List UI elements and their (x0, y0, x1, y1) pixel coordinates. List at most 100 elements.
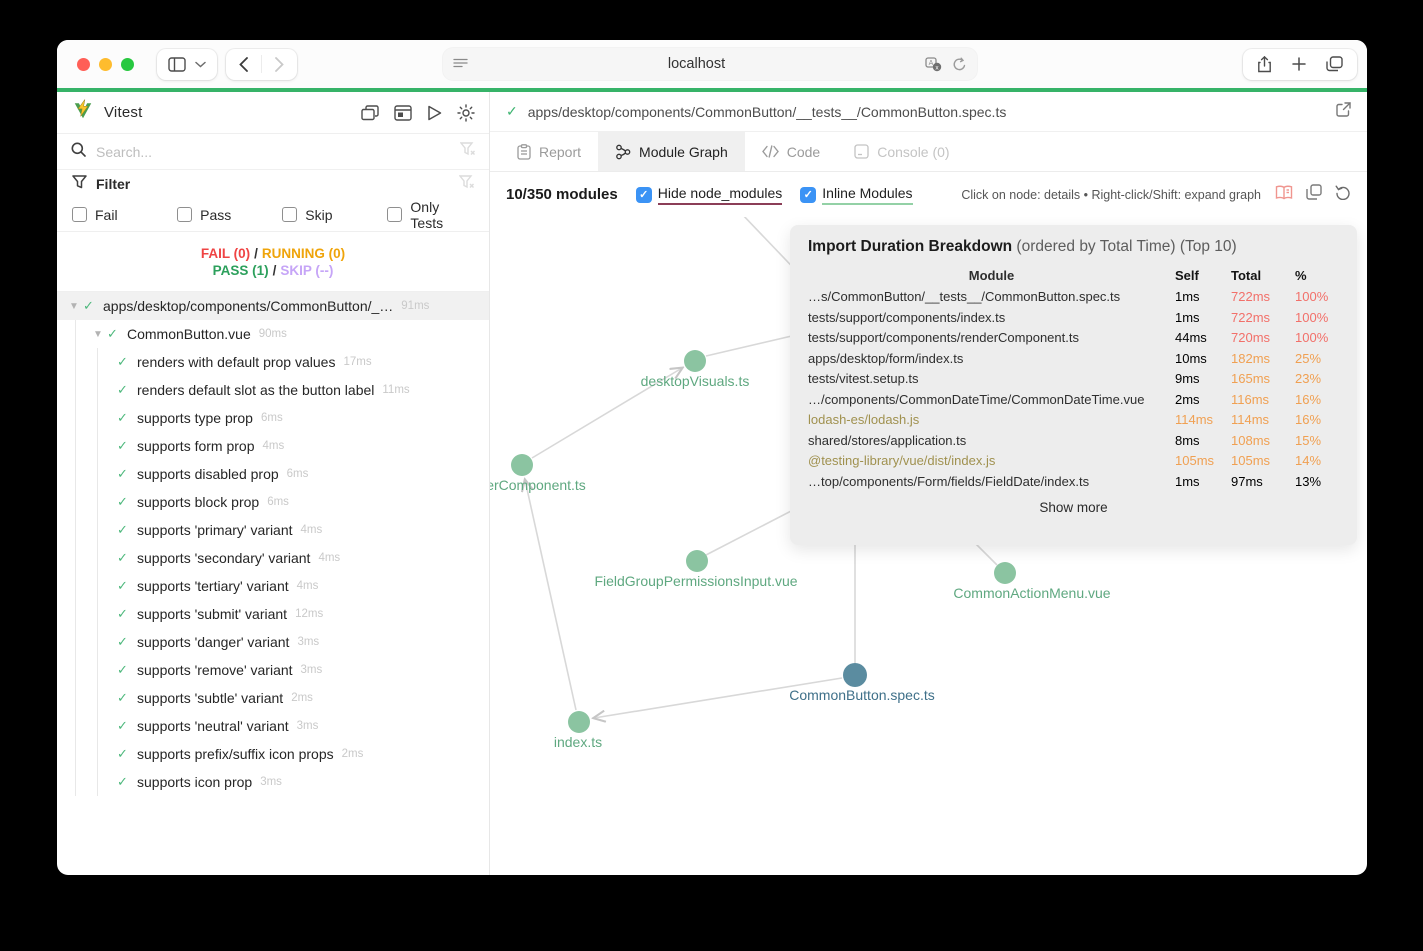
tree-test-row[interactable]: ✓ supports 'secondary' variant 4ms (57, 544, 489, 572)
tree-test-row[interactable]: ✓ renders with default prop values 17ms (57, 348, 489, 376)
checkbox-icon[interactable] (282, 207, 298, 222)
tree-test-row[interactable]: ✓ supports prefix/suffix icon props 2ms (57, 740, 489, 768)
checkbox-icon[interactable] (387, 207, 403, 222)
legend-book-icon[interactable] (1275, 185, 1293, 205)
tab-report[interactable]: Report (500, 132, 598, 171)
run-all-icon[interactable] (427, 105, 442, 121)
tab-overview-icon[interactable] (1326, 56, 1343, 72)
panel-subtitle: (ordered by Total Time) (Top 10) (1016, 238, 1237, 255)
inline-modules-checkbox[interactable]: ✓ Inline Modules (800, 185, 913, 205)
reader-icon[interactable] (453, 58, 468, 70)
new-tab-icon[interactable] (1292, 57, 1306, 71)
translate-icon[interactable]: A x (925, 56, 942, 72)
tree-test-row[interactable]: ✓ supports 'primary' variant 4ms (57, 516, 489, 544)
graph-node-label[interactable]: index.ts (554, 734, 602, 750)
dashboard-icon[interactable] (394, 104, 412, 121)
funnel-icon (72, 174, 87, 194)
graph-node-label[interactable]: renderComponent.ts (490, 477, 586, 493)
table-row[interactable]: tests/support/components/renderComponent… (808, 328, 1339, 349)
pass-check-icon: ✓ (117, 690, 128, 705)
tree-suite-row[interactable]: ▼ ✓ CommonButton.vue 90ms (57, 320, 489, 348)
open-external-icon[interactable] (1336, 101, 1351, 122)
table-row[interactable]: tests/vitest.setup.ts 9ms 165ms 23% (808, 369, 1339, 390)
panels-icon[interactable] (361, 104, 379, 121)
zoom-window-button[interactable] (121, 57, 134, 71)
duration-label: 4ms (318, 552, 341, 564)
hide-node-modules-checkbox[interactable]: ✓ Hide node_modules (635, 185, 783, 205)
tree-test-row[interactable]: ✓ supports 'submit' variant 12ms (57, 600, 489, 628)
import-duration-panel: Import Duration Breakdown (ordered by To… (790, 225, 1357, 545)
filter-checkbox-skip[interactable]: Skip (282, 207, 387, 223)
search-input[interactable] (96, 143, 460, 160)
table-row[interactable]: shared/stores/application.ts 8ms 108ms 15% (808, 431, 1339, 452)
filter-checkbox-fail[interactable]: Fail (72, 207, 177, 223)
tree-test-row[interactable]: ✓ supports form prop 4ms (57, 432, 489, 460)
graph-node-label[interactable]: CommonButton.spec.ts (789, 687, 935, 703)
checkbox-checked-icon[interactable]: ✓ (800, 186, 817, 203)
table-row[interactable]: tests/support/components/index.ts 1ms 722m… (808, 308, 1339, 329)
table-row[interactable]: …top/components/Form/fields/FieldDate/in… (808, 472, 1339, 493)
graph-node-label[interactable]: desktopVisuals.ts (641, 373, 750, 389)
reset-graph-icon[interactable] (1335, 184, 1351, 205)
graph-node-selected[interactable] (843, 663, 867, 687)
share-icon[interactable] (1257, 55, 1272, 73)
graph-node[interactable] (686, 550, 708, 572)
table-row[interactable]: …s/CommonButton/__tests__/CommonButton.s… (808, 287, 1339, 308)
chevron-down-icon[interactable]: ▼ (93, 329, 107, 340)
graph-node-label[interactable]: CommonActionMenu.vue (953, 585, 1110, 601)
clear-filter-icon[interactable] (459, 142, 475, 161)
chevron-down-icon[interactable]: ▼ (69, 301, 83, 312)
filter-checkbox-pass[interactable]: Pass (177, 207, 282, 223)
tree-test-row[interactable]: ✓ supports type prop 6ms (57, 404, 489, 432)
tree-test-row[interactable]: ✓ supports 'remove' variant 3ms (57, 656, 489, 684)
filter-checkbox-only-tests[interactable]: Only Tests (387, 199, 474, 231)
pass-check-icon: ✓ (117, 410, 128, 425)
checkbox-checked-icon[interactable]: ✓ (635, 186, 652, 203)
minimize-window-button[interactable] (99, 57, 112, 71)
tree-test-row[interactable]: ✓ supports disabled prop 6ms (57, 460, 489, 488)
table-row[interactable]: …/components/CommonDateTime/CommonDateTi… (808, 390, 1339, 411)
search-bar (57, 134, 489, 170)
theme-toggle-icon[interactable] (457, 103, 475, 122)
duration-label: 3ms (296, 720, 319, 732)
forward-button[interactable] (275, 56, 284, 72)
graph-node-label[interactable]: FieldGroupPermissionsInput.vue (594, 573, 797, 589)
tree-test-row[interactable]: ✓ supports icon prop 3ms (57, 768, 489, 796)
tab-code[interactable]: Code (745, 132, 837, 171)
tree-test-row[interactable]: ✓ supports 'tertiary' variant 4ms (57, 572, 489, 600)
test-stats: FAIL (0) / RUNNING (0) PASS (1) / SKIP (--) (57, 232, 489, 292)
sidebar: Vitest Search... Filter Fail Pass Skip O… (57, 92, 490, 875)
graph-node[interactable] (994, 562, 1016, 584)
graph-node[interactable] (684, 350, 706, 372)
clear-filter-icon[interactable] (458, 174, 474, 194)
table-row[interactable]: @testing-library/vue/dist/index.js 105ms 1… (808, 451, 1339, 472)
table-row[interactable]: apps/desktop/form/index.ts 10ms 182ms 25% (808, 349, 1339, 370)
module-graph-canvas[interactable]: desktopVisuals.ts renderComponent.ts Fie… (490, 217, 1367, 875)
tree-test-row[interactable]: ✓ supports block prop 6ms (57, 488, 489, 516)
graph-hint: Click on node: details • Right-click/Shi… (961, 187, 1261, 202)
show-more-button[interactable]: Show more (808, 500, 1339, 515)
close-window-button[interactable] (77, 57, 90, 71)
reload-icon[interactable] (952, 57, 967, 72)
tree-file-row[interactable]: ▼ ✓ apps/desktop/components/CommonButton… (57, 292, 489, 320)
tree-test-row[interactable]: ✓ renders default slot as the button labe… (57, 376, 489, 404)
chevron-down-icon[interactable] (195, 61, 206, 68)
tab-bar: Report Module Graph Code Console (0) (490, 132, 1367, 172)
checkbox-icon[interactable] (72, 207, 87, 222)
checkbox-icon[interactable] (177, 207, 193, 222)
graph-node[interactable] (511, 454, 533, 476)
table-row[interactable]: lodash-es/lodash.js 114ms 114ms 16% (808, 410, 1339, 431)
back-button[interactable] (239, 56, 248, 72)
tree-test-row[interactable]: ✓ supports 'neutral' variant 3ms (57, 712, 489, 740)
tree-test-row[interactable]: ✓ supports 'subtle' variant 2ms (57, 684, 489, 712)
pass-check-icon: ✓ (117, 774, 128, 789)
browser-sidebar-icon[interactable] (168, 56, 186, 72)
tab-console[interactable]: Console (0) (837, 132, 966, 171)
duration-label: 3ms (300, 664, 323, 676)
export-graph-icon[interactable] (1306, 184, 1322, 205)
tab-module-graph[interactable]: Module Graph (598, 132, 745, 171)
url-bar[interactable]: localhost A x (443, 48, 977, 80)
graph-node[interactable] (568, 711, 590, 733)
tree-test-row[interactable]: ✓ supports 'danger' variant 3ms (57, 628, 489, 656)
browser-window: localhost A x Vitest Search... Filter Fa… (57, 40, 1367, 875)
